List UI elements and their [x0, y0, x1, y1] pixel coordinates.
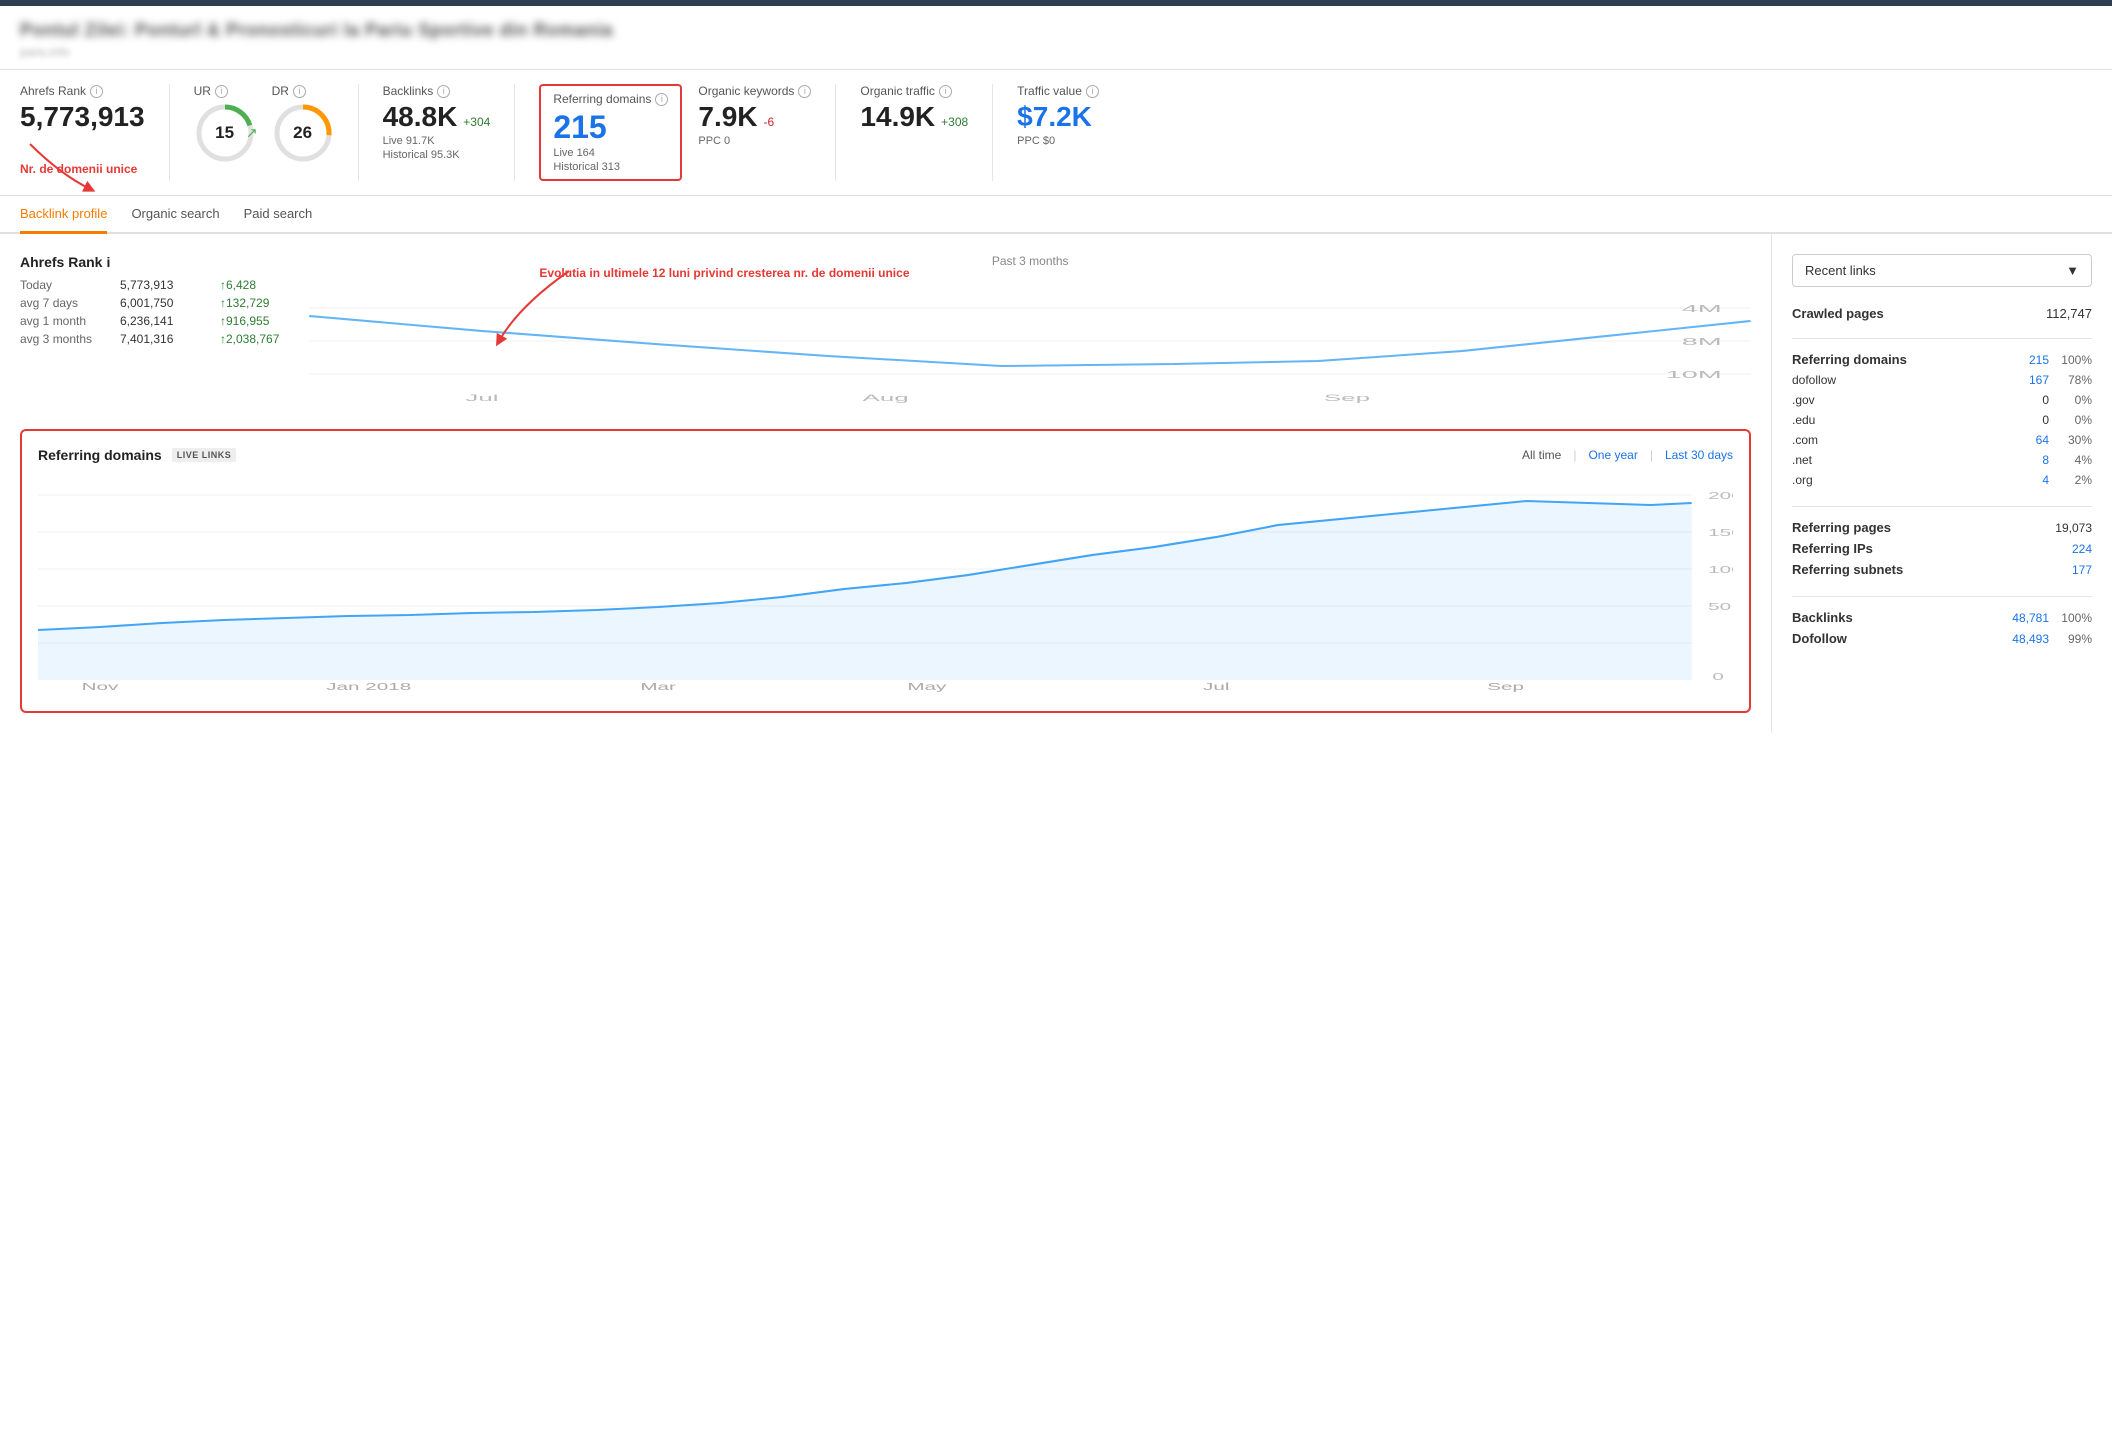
left-panel: Ahrefs Rank i Today 5,773,913 ↑6,428 avg…: [0, 234, 1772, 733]
traffic-value-value: $7.2K: [1017, 102, 1099, 133]
ahrefs-rank-section-title: Ahrefs Rank i: [20, 254, 279, 270]
organic-keywords-value: 7.9K: [698, 102, 757, 133]
svg-text:50: 50: [1708, 602, 1731, 613]
svg-text:Jul: Jul: [1203, 682, 1229, 693]
stat-row-dofollow: dofollow 167 78%: [1792, 370, 2092, 390]
referring-domains-section: Referring domains LIVE LINKS All time | …: [20, 429, 1751, 713]
svg-text:May: May: [907, 682, 947, 693]
right-panel: Recent links ▼ Crawled pages 112,747 Ref…: [1772, 234, 2112, 733]
metrics-bar: Ahrefs Rank i 5,773,913 Nr. de domenii u…: [0, 70, 2112, 196]
dr-gauge: 26: [272, 102, 334, 164]
svg-text:Jul: Jul: [466, 393, 499, 403]
rd-chart-area: 200 150 100 50 0 Nov Jan 2018 Mar May Ju…: [38, 475, 1733, 695]
page-title: Pontul Zilei: Ponturl & Pronosticuri la …: [20, 20, 2092, 41]
ahrefs-rank-section-info-icon[interactable]: i: [106, 254, 110, 270]
metric-ahrefs-rank: Ahrefs Rank i 5,773,913 Nr. de domenii u…: [20, 84, 170, 181]
stat-row-referring-ips: Referring IPs 224: [1792, 538, 2092, 559]
page-header: Pontul Zilei: Ponturl & Pronosticuri la …: [0, 6, 2112, 70]
organic-keywords-info-icon[interactable]: i: [798, 85, 811, 98]
stat-row-edu: .edu 0 0%: [1792, 410, 2092, 430]
rd-header: Referring domains LIVE LINKS All time | …: [38, 447, 1733, 463]
svg-text:Mar: Mar: [640, 682, 676, 693]
metric-ur-dr: UR i 15 ↗ DR i: [194, 84, 359, 181]
stat-row-referring-subnets: Referring subnets 177: [1792, 559, 2092, 580]
rd-filter-last-30[interactable]: Last 30 days: [1665, 448, 1733, 462]
svg-text:Nov: Nov: [82, 682, 120, 693]
svg-text:Jan 2018: Jan 2018: [326, 682, 411, 693]
rank-table-row: avg 7 days 6,001,750 ↑132,729: [20, 296, 279, 310]
svg-text:150: 150: [1708, 528, 1733, 539]
svg-text:Aug: Aug: [863, 393, 909, 403]
ahrefs-rank-info-icon[interactable]: i: [90, 85, 103, 98]
svg-text:0: 0: [1712, 672, 1723, 683]
metric-organic-traffic: Organic traffic i 14.9K +308: [860, 84, 993, 181]
stat-row-gov: .gov 0 0%: [1792, 390, 2092, 410]
recent-links-dropdown[interactable]: Recent links ▼: [1792, 254, 2092, 287]
main-content: Ahrefs Rank i Today 5,773,913 ↑6,428 avg…: [0, 234, 2112, 733]
metric-referring-domains: Referring domains i 215 Live 164 Histori…: [539, 84, 682, 181]
rd-title: Referring domains: [38, 447, 162, 463]
svg-text:100: 100: [1708, 565, 1733, 576]
tab-paid-search[interactable]: Paid search: [244, 196, 313, 234]
metric-organic-keywords: Organic keywords i 7.9K -6 PPC 0: [698, 84, 836, 181]
referring-domains-value: 215: [553, 110, 668, 145]
rd-chart-svg: 200 150 100 50 0 Nov Jan 2018 Mar May Ju…: [38, 475, 1733, 695]
metric-traffic-value: Traffic value i $7.2K PPC $0: [1017, 84, 1123, 181]
rank-chart: 4M 8M 10M Jul Aug Sep: [309, 276, 1751, 406]
tab-backlink-profile[interactable]: Backlink profile: [20, 196, 107, 234]
stat-row-net: .net 8 4%: [1792, 450, 2092, 470]
stat-row-dofollow-bl: Dofollow 48,493 99%: [1792, 628, 2092, 649]
organic-traffic-value: 14.9K: [860, 102, 935, 133]
backlinks-stats: Backlinks 48,781 100% Dofollow 48,493 99…: [1792, 607, 2092, 649]
crawled-pages-row: Crawled pages 112,747: [1792, 303, 2092, 324]
svg-text:10M: 10M: [1666, 369, 1722, 381]
period-label: Past 3 months: [309, 254, 1751, 268]
referring-domains-stats: Referring domains 215 100% dofollow 167 …: [1792, 349, 2092, 490]
ahrefs-rank-value: 5,773,913: [20, 102, 145, 133]
dr-info-icon[interactable]: i: [293, 85, 306, 98]
svg-text:Sep: Sep: [1487, 682, 1524, 693]
metric-backlinks: Backlinks i 48.8K +304 Live 91.7K Histor…: [383, 84, 516, 181]
svg-text:Sep: Sep: [1324, 393, 1370, 403]
rd-filter-one-year[interactable]: One year: [1588, 448, 1637, 462]
page-subtitle: pariu.info: [20, 45, 2092, 59]
ur-gauge: 15 ↗: [194, 102, 256, 164]
stat-row-referring-domains: Referring domains 215 100%: [1792, 349, 2092, 370]
organic-traffic-info-icon[interactable]: i: [939, 85, 952, 98]
stat-row-org: .org 4 2%: [1792, 470, 2092, 490]
svg-text:200: 200: [1708, 491, 1733, 502]
rank-table-row: avg 3 months 7,401,316 ↑2,038,767: [20, 332, 279, 346]
svg-text:8M: 8M: [1682, 336, 1722, 348]
annotation-domains-unice: Nr. de domenii unice: [20, 162, 145, 176]
backlinks-change: +304: [463, 115, 490, 129]
referring-domains-info-icon[interactable]: i: [655, 93, 668, 106]
tabs-bar: Backlink profile Organic search Paid sea…: [0, 196, 2112, 234]
rank-table: Today 5,773,913 ↑6,428 avg 7 days 6,001,…: [20, 278, 279, 346]
divider-1: [1792, 338, 2092, 339]
organic-traffic-change: +308: [941, 115, 968, 129]
dropdown-chevron-icon: ▼: [2066, 263, 2079, 278]
referring-pages-stats: Referring pages 19,073 Referring IPs 224…: [1792, 517, 2092, 580]
backlinks-info-icon[interactable]: i: [437, 85, 450, 98]
organic-keywords-change: -6: [764, 115, 775, 129]
svg-text:4M: 4M: [1682, 303, 1722, 315]
stat-row-referring-pages: Referring pages 19,073: [1792, 517, 2092, 538]
rd-filter-all-time[interactable]: All time: [1522, 448, 1561, 462]
rank-table-row: avg 1 month 6,236,141 ↑916,955: [20, 314, 279, 328]
ahrefs-rank-section: Ahrefs Rank i Today 5,773,913 ↑6,428 avg…: [20, 254, 1751, 409]
traffic-value-info-icon[interactable]: i: [1086, 85, 1099, 98]
divider-2: [1792, 506, 2092, 507]
ur-info-icon[interactable]: i: [215, 85, 228, 98]
stat-row-com: .com 64 30%: [1792, 430, 2092, 450]
divider-3: [1792, 596, 2092, 597]
rank-table-row: Today 5,773,913 ↑6,428: [20, 278, 279, 292]
tab-organic-search[interactable]: Organic search: [131, 196, 219, 234]
stat-row-backlinks: Backlinks 48,781 100%: [1792, 607, 2092, 628]
backlinks-value: 48.8K: [383, 102, 458, 133]
rd-time-filters: All time | One year | Last 30 days: [1522, 448, 1733, 462]
live-badge: LIVE LINKS: [172, 448, 237, 462]
